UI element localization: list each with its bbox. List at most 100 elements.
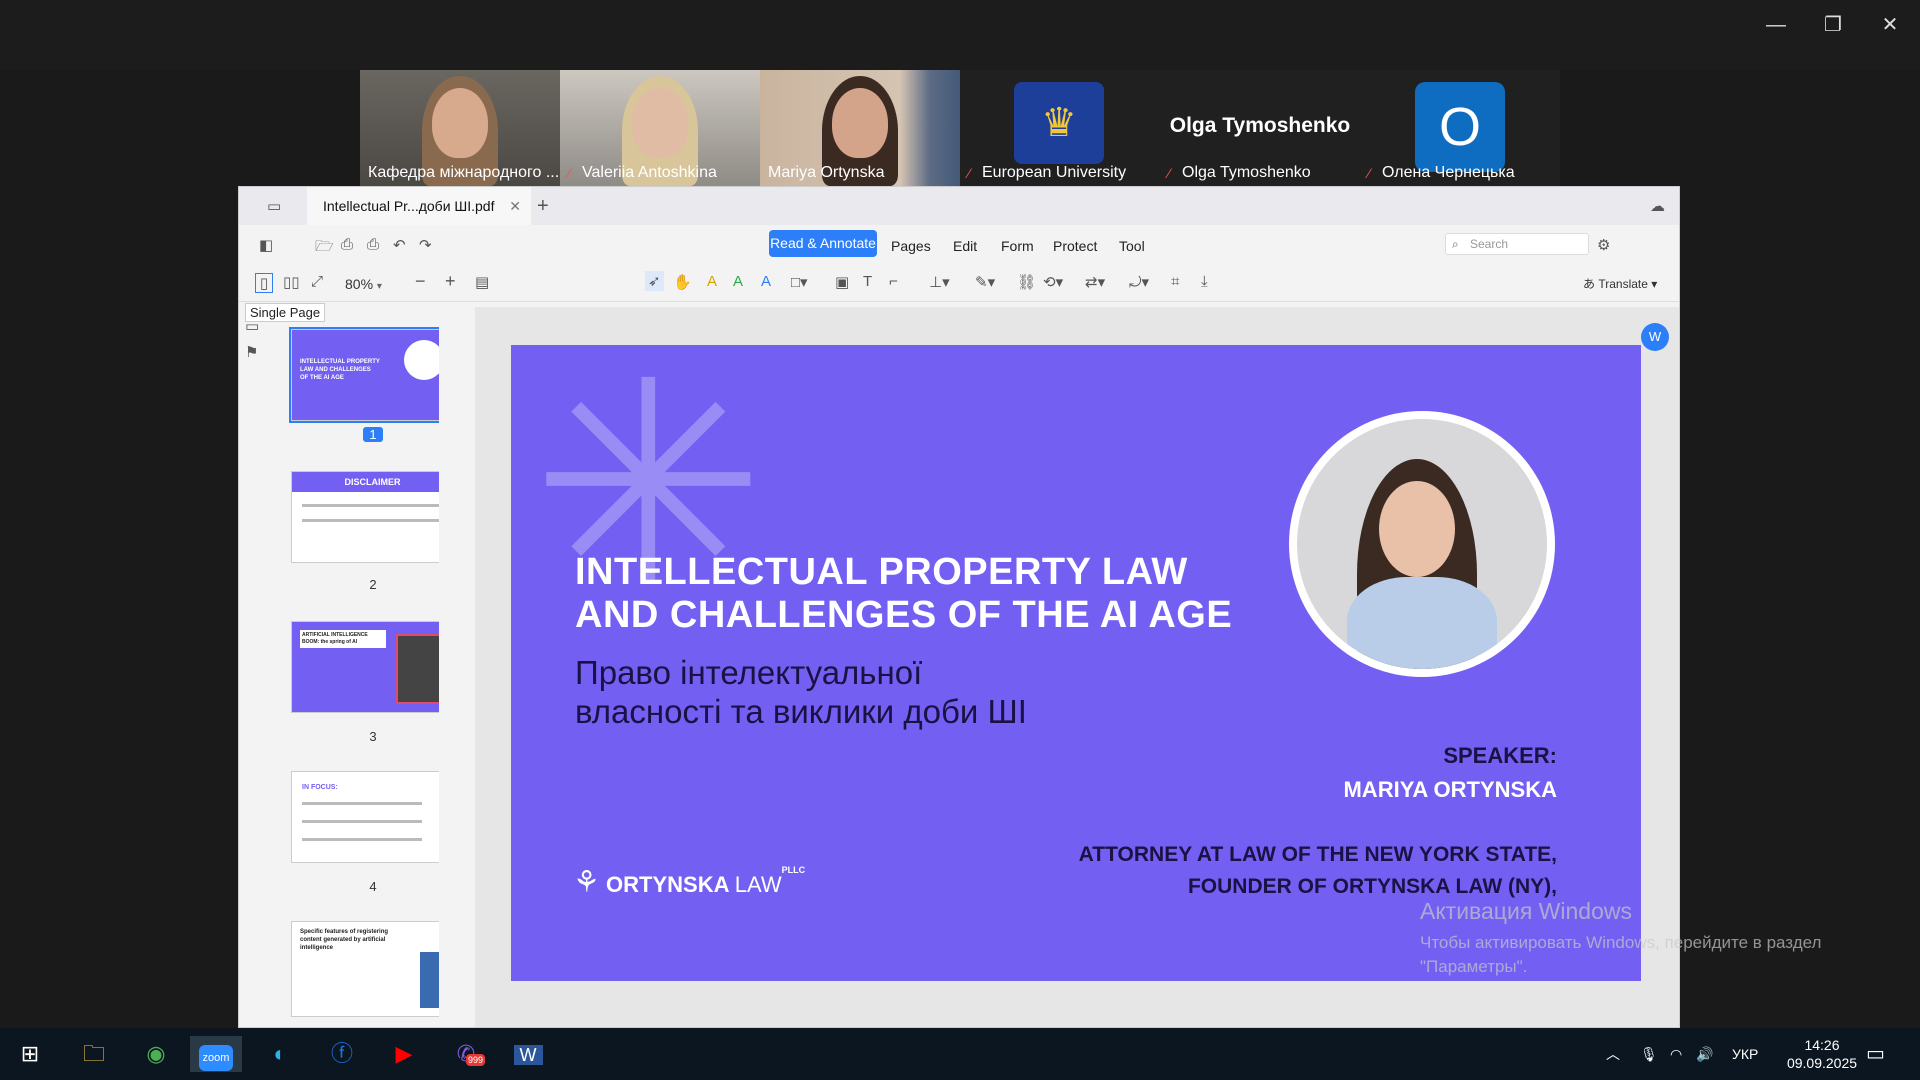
zoom-app-icon[interactable]: zoom bbox=[190, 1036, 242, 1072]
menu-form[interactable]: Form bbox=[1001, 236, 1034, 256]
participant-name: ⁄ Valeriia Antoshkina bbox=[568, 164, 717, 181]
language-indicator[interactable]: УКР bbox=[1732, 1028, 1758, 1080]
menu-tool[interactable]: Tool bbox=[1119, 236, 1145, 256]
start-button-icon[interactable]: ⊞ bbox=[10, 1036, 50, 1072]
stamp-icon[interactable]: ⊥▾ bbox=[929, 273, 950, 291]
link-icon[interactable]: ⛓ bbox=[1017, 273, 1036, 291]
signature-icon[interactable]: ✎▾ bbox=[975, 273, 995, 291]
sidebar-toggle-icon[interactable]: ▭ bbox=[267, 197, 281, 215]
open-folder-icon[interactable]: 🗁 bbox=[315, 236, 334, 261]
speaker-photo bbox=[1289, 411, 1555, 677]
search-input[interactable]: ⌕ Search bbox=[1445, 233, 1589, 255]
select-tool-icon[interactable]: ➶ bbox=[645, 271, 664, 291]
zoom-out-icon[interactable]: − bbox=[415, 271, 426, 292]
participant-name: ⁄ European University bbox=[968, 164, 1127, 181]
page-number: 1 bbox=[363, 427, 383, 442]
compare-icon[interactable]: ⇄▾ bbox=[1085, 273, 1105, 291]
crop-icon[interactable]: ⌗ bbox=[1171, 273, 1179, 290]
tooltip: Single Page bbox=[245, 303, 326, 322]
page-thumbnail-5[interactable]: Specific features of registering content… bbox=[291, 921, 439, 1017]
notifications-icon[interactable]: ▭ bbox=[1866, 1028, 1885, 1080]
participant-name: ⁄ Olga Tymoshenko bbox=[1168, 164, 1311, 181]
single-page-icon[interactable]: ▯ bbox=[255, 273, 273, 293]
participant-tile[interactable]: ♛ ⁄ European University bbox=[960, 70, 1160, 186]
word-convert-icon[interactable]: W bbox=[1641, 323, 1669, 351]
callout-icon[interactable]: ⌐ bbox=[889, 273, 898, 290]
network-icon[interactable]: ◠ bbox=[1670, 1028, 1682, 1080]
participant-tile[interactable]: O ⁄ Олена Чернецька bbox=[1360, 70, 1560, 186]
edge-icon[interactable]: ◐ bbox=[260, 1036, 300, 1072]
page-thumbnail-1[interactable]: INTELLECTUAL PROPERTY LAW AND CHALLENGES… bbox=[289, 327, 439, 423]
participant-tile[interactable]: Olga Tymoshenko ⁄ Olga Tymoshenko bbox=[1160, 70, 1360, 186]
two-page-icon[interactable]: ▯▯ bbox=[283, 273, 300, 291]
highlight-icon[interactable]: A bbox=[707, 273, 717, 290]
close-button[interactable]: ✕ bbox=[1872, 10, 1908, 40]
participant-tile-active-speaker[interactable]: Mariya Ortynska bbox=[760, 70, 960, 186]
zoom-title-bar: — ❐ ✕ bbox=[0, 0, 1920, 70]
panel-toggle-icon[interactable]: ◧ bbox=[259, 236, 273, 254]
page-number: 4 bbox=[369, 879, 377, 894]
participant-gallery: Кафедра міжнародного ... ⁄ Valeriia Antos… bbox=[360, 70, 1560, 186]
restore-button[interactable]: ❐ bbox=[1815, 10, 1851, 40]
participant-face bbox=[632, 88, 688, 158]
windows-taskbar: ⊞ 🗀 ◉ zoom ◐ ⓕ ▶ ✆ 999 W ︿ 🎙 ◠ 🔊 УКР 14:2… bbox=[0, 1028, 1920, 1080]
redo-icon[interactable]: ↷ bbox=[419, 236, 432, 254]
underline-icon[interactable]: A bbox=[733, 273, 743, 290]
close-tab-icon[interactable]: ✕ bbox=[509, 187, 521, 225]
page-number: 2 bbox=[369, 577, 377, 592]
shape-icon[interactable]: □▾ bbox=[791, 273, 808, 291]
page-options-icon[interactable]: ▤ bbox=[475, 273, 489, 291]
text-box-icon[interactable]: T bbox=[863, 273, 872, 290]
menu-edit[interactable]: Edit bbox=[953, 236, 977, 256]
chevron-down-icon: ▾ bbox=[376, 281, 382, 292]
image-icon[interactable]: ▣ bbox=[835, 273, 849, 291]
volume-icon[interactable]: 🔊 bbox=[1696, 1028, 1713, 1080]
page-thumbnail-2[interactable]: DISCLAIMER bbox=[291, 471, 439, 563]
viber-icon[interactable]: ✆ 999 bbox=[446, 1036, 486, 1072]
translate-button[interactable]: あ Translate ▾ bbox=[1583, 275, 1657, 292]
menu-read-annotate[interactable]: Read & Annotate bbox=[769, 230, 877, 257]
zoom-in-icon[interactable]: + bbox=[445, 271, 456, 292]
undo-icon[interactable]: ↶ bbox=[393, 236, 406, 254]
minimize-button[interactable]: — bbox=[1758, 10, 1794, 40]
show-hidden-icons[interactable]: ︿ bbox=[1606, 1028, 1620, 1080]
youtube-icon[interactable]: ▶ bbox=[384, 1036, 424, 1072]
settings-icon[interactable]: ⚙ bbox=[1597, 236, 1610, 254]
participant-tile[interactable]: ⁄ Valeriia Antoshkina bbox=[560, 70, 760, 186]
bookmark-icon[interactable]: ⚑ bbox=[245, 343, 258, 361]
windows-activation-watermark: Активация Windows Чтобы активировать Win… bbox=[1420, 898, 1822, 976]
document-tab[interactable]: Intellectual Pr...доби ШІ.pdf ✕ bbox=[307, 187, 531, 225]
thumbnail-panel: INTELLECTUAL PROPERTY LAW AND CHALLENGES… bbox=[269, 307, 439, 1027]
transform-icon[interactable]: ⤾▾ bbox=[1129, 273, 1149, 291]
hand-tool-icon[interactable]: ✋ bbox=[673, 273, 692, 291]
university-emblem-icon: ♛ bbox=[1014, 82, 1104, 164]
rotate-icon[interactable]: ⟲▾ bbox=[1043, 273, 1063, 291]
print-icon[interactable]: ⎙ bbox=[341, 236, 353, 253]
clock[interactable]: 14:26 09.09.2025 bbox=[1774, 1036, 1870, 1076]
tab-bar: ▭ Intellectual Pr...доби ШІ.pdf ✕ + ☁ bbox=[239, 187, 1679, 225]
menu-protect[interactable]: Protect bbox=[1053, 236, 1097, 256]
text-color-icon[interactable]: A bbox=[761, 273, 771, 290]
facebook-icon[interactable]: ⓕ bbox=[322, 1036, 362, 1072]
new-tab-button[interactable]: + bbox=[537, 187, 549, 225]
menu-pages[interactable]: Pages bbox=[891, 236, 931, 256]
file-explorer-icon[interactable]: 🗀 bbox=[74, 1036, 114, 1072]
zoom-select[interactable]: 80% ▾ bbox=[339, 273, 393, 295]
extract-icon[interactable]: ⤓ bbox=[1201, 273, 1208, 290]
word-icon[interactable]: W bbox=[508, 1036, 548, 1072]
cloud-sync-icon[interactable]: ☁ bbox=[1650, 197, 1665, 215]
chrome-icon[interactable]: ◉ bbox=[136, 1036, 176, 1072]
microphone-icon[interactable]: 🎙 bbox=[1640, 1028, 1658, 1080]
participant-tile[interactable]: Кафедра міжнародного ... bbox=[360, 70, 560, 186]
divider bbox=[239, 301, 1679, 302]
fit-page-icon[interactable]: ⤢ bbox=[311, 273, 323, 290]
page-thumbnail-3[interactable]: ARTIFICIAL INTELLIGENCE BOOM: the spring… bbox=[291, 621, 439, 713]
page-thumbnail-4[interactable]: IN FOCUS: bbox=[291, 771, 439, 863]
tab-title: Intellectual Pr...доби ШІ.pdf bbox=[323, 198, 495, 214]
speaker-photo-thumb bbox=[404, 340, 439, 380]
participant-display-name: Olga Tymoshenko bbox=[1169, 114, 1351, 137]
print-preview-icon[interactable]: ⎙ bbox=[367, 236, 379, 253]
page-number: 3 bbox=[369, 729, 377, 744]
speaker-credentials: ATTORNEY AT LAW OF THE NEW YORK STATE, F… bbox=[1078, 843, 1557, 898]
mic-muted-icon: ⁄ bbox=[968, 165, 971, 181]
